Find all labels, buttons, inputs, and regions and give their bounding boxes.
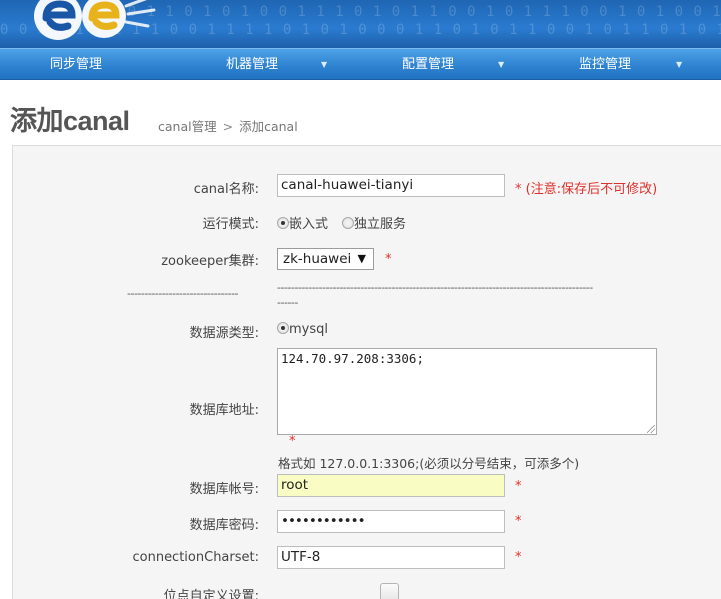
run-mode-label: 运行模式: — [202, 217, 259, 232]
radio-label: 嵌入式 — [289, 217, 329, 232]
nav-item-monitor[interactable]: 监控管理 ▼ — [540, 49, 721, 80]
db-password-label: 数据库密码: — [189, 518, 259, 533]
canal-name-label: canal名称: — [193, 182, 259, 197]
breadcrumb: canal管理 > 添加canal — [158, 116, 298, 135]
position-setting-checkbox[interactable] — [380, 583, 399, 599]
canal-name-input[interactable]: canal-huawei-tianyi — [277, 174, 505, 197]
db-address-value: 124.70.97.208:3306; — [281, 351, 424, 366]
radio-unchecked-icon[interactable] — [342, 217, 354, 229]
chevron-down-icon: ▼ — [676, 60, 683, 69]
run-mode-standalone-option[interactable]: 独立服务 — [342, 213, 406, 232]
position-setting-label: 位点自定义设置: — [163, 589, 259, 599]
nav-item-label: 监控管理 — [579, 57, 632, 72]
required-mark: * — [515, 514, 522, 529]
charset-label: connectionCharset: — [132, 550, 259, 565]
page-title: 添加canal — [10, 106, 130, 136]
required-mark: * — [515, 550, 522, 565]
db-account-input[interactable]: root — [277, 474, 505, 497]
zookeeper-select[interactable]: zk-huawei ▼ — [277, 248, 374, 270]
db-password-input[interactable]: •••••••••••• — [277, 510, 505, 533]
zookeeper-label: zookeeper集群: — [161, 254, 259, 269]
separator-left: -------------------------------- — [127, 287, 239, 300]
radio-checked-icon[interactable] — [277, 217, 289, 229]
radio-label: 独立服务 — [354, 217, 407, 232]
db-address-hint: 格式如 127.0.0.1:3306;(必须以分号结束，可添多个) — [278, 456, 580, 471]
chevron-down-icon: ▼ — [321, 60, 328, 69]
header-banner: 1 0 0 1 1 0 1 0 1 0 0 1 1 1 0 1 0 1 1 0 … — [0, 0, 721, 48]
nav-item-sync[interactable]: 同步管理 — [0, 49, 180, 80]
required-mark: * — [289, 434, 296, 449]
radio-checked-icon[interactable] — [277, 322, 289, 334]
nav-item-config[interactable]: 配置管理 ▼ — [360, 49, 540, 80]
db-address-textarea[interactable]: 124.70.97.208:3306; — [277, 348, 657, 435]
dropdown-arrow-icon: ▼ — [357, 252, 366, 265]
breadcrumb-current: 添加canal — [239, 119, 298, 134]
radio-label: mysql — [289, 322, 328, 337]
resize-grip-icon[interactable] — [647, 425, 655, 433]
nav-item-label: 配置管理 — [402, 57, 455, 72]
main-nav: 同步管理 机器管理 ▼ 配置管理 ▼ 监控管理 ▼ — [0, 48, 721, 80]
chevron-down-icon: ▼ — [498, 60, 505, 69]
nav-item-label: 同步管理 — [50, 57, 103, 72]
breadcrumb-separator: > — [222, 119, 234, 134]
source-type-mysql-option[interactable]: mysql — [277, 322, 328, 337]
required-mark: * — [515, 182, 522, 197]
zookeeper-selected-value: zk-huawei — [283, 251, 352, 267]
charset-input[interactable]: UTF-8 — [277, 546, 505, 569]
nav-item-label: 机器管理 — [226, 57, 279, 72]
required-mark: * — [515, 479, 522, 494]
db-address-label: 数据库地址: — [189, 403, 259, 418]
breadcrumb-parent-link[interactable]: canal管理 — [158, 119, 217, 134]
app-logo[interactable] — [30, 0, 160, 46]
canal-name-required: * (注意:保存后不可修改) — [515, 178, 657, 197]
source-type-label: 数据源类型: — [189, 326, 259, 341]
required-mark: * — [385, 252, 392, 267]
binary-decoration: 1 0 0 1 1 0 1 0 1 0 0 1 1 1 0 1 0 1 1 0 … — [90, 4, 721, 20]
run-mode-embedded-option[interactable]: 嵌入式 — [277, 213, 328, 232]
nav-item-machine[interactable]: 机器管理 ▼ — [180, 49, 360, 80]
separator-right-wrap: ------ — [277, 296, 298, 309]
db-account-label: 数据库帐号: — [189, 482, 259, 497]
separator-right: ----------------------------------------… — [277, 281, 593, 294]
canal-name-hint: (注意:保存后不可修改) — [525, 182, 658, 197]
